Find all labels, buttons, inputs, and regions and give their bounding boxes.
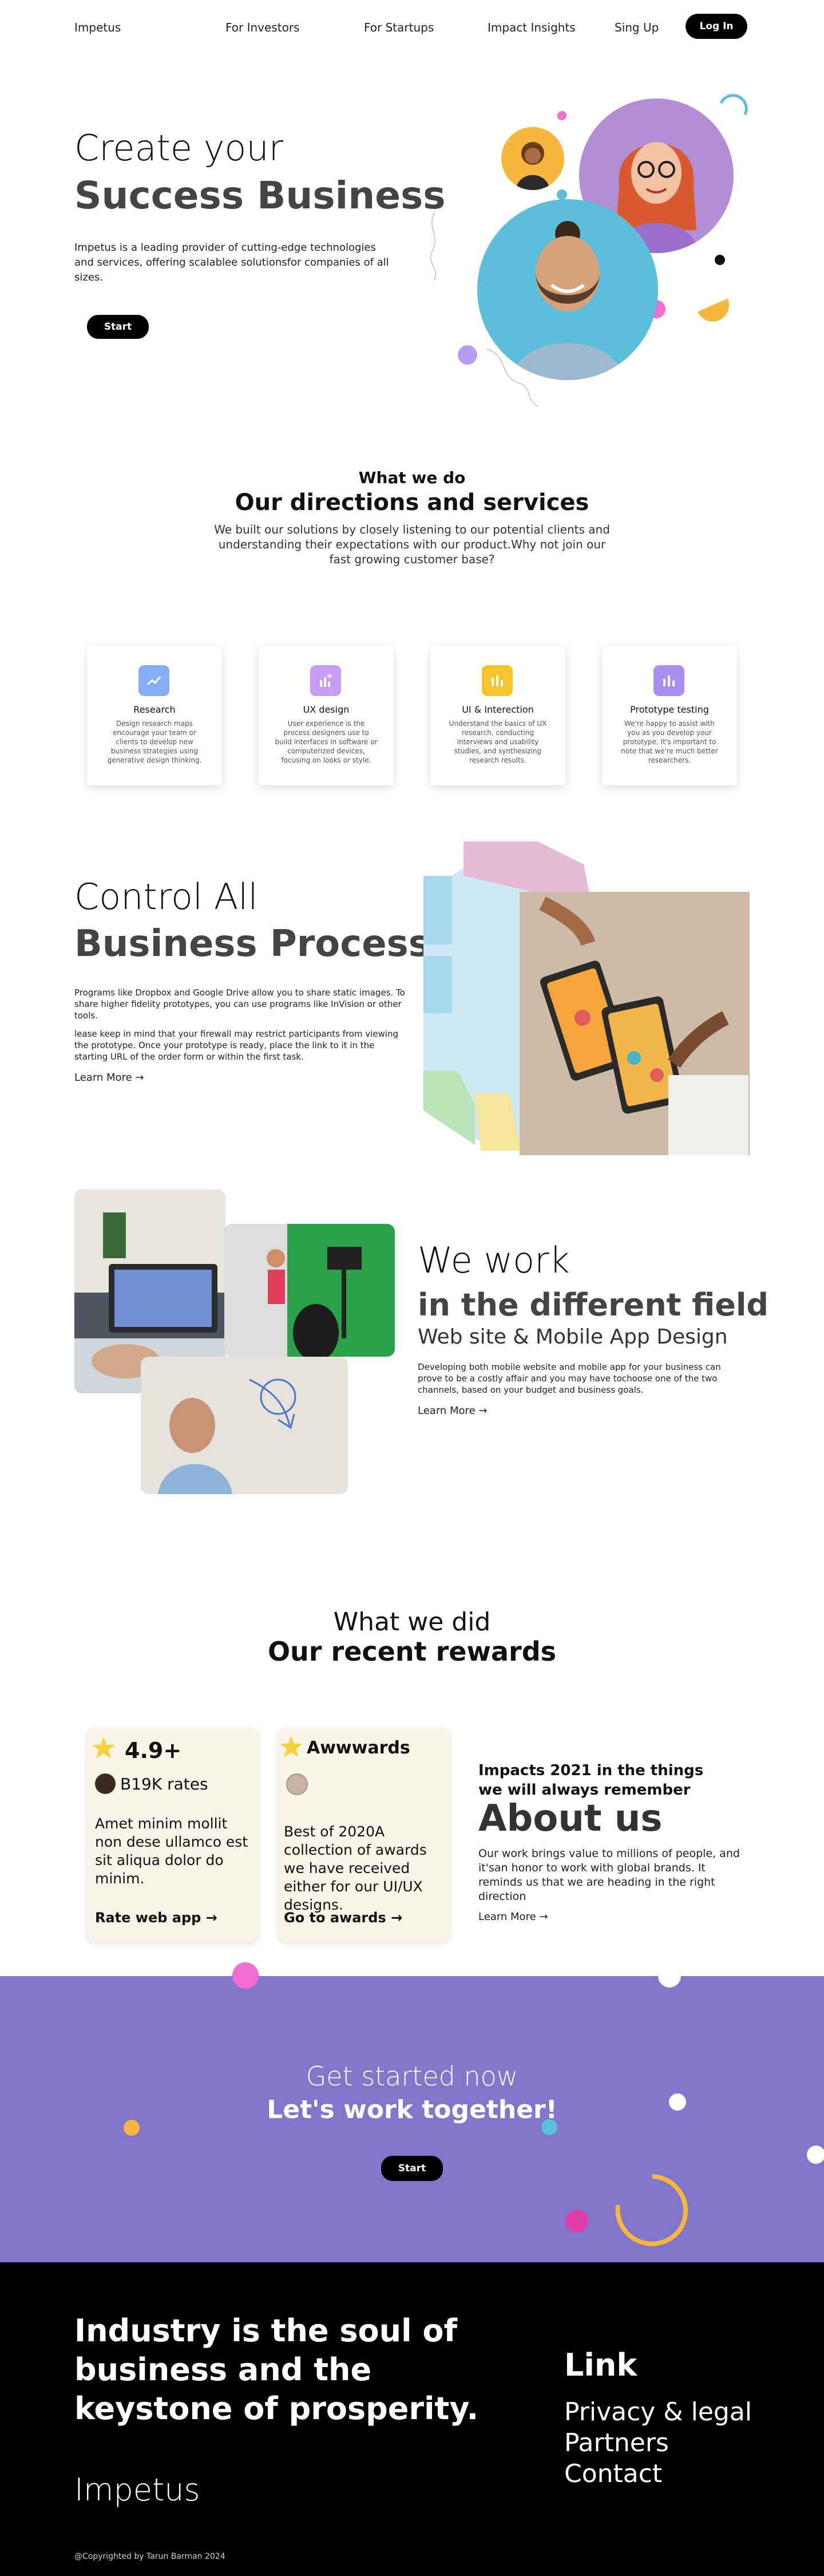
service-card-text: We're happy to assist with you as you de… <box>621 720 718 764</box>
footer-link-contact[interactable]: Contact <box>564 2459 662 2488</box>
service-card-ux-design[interactable]: UX design User experience is the process… <box>259 647 394 785</box>
work-photo-whiteboard <box>141 1357 348 1494</box>
hero-title-line1: Create your <box>74 127 284 169</box>
footer-copyright: @Copyrighted by Tarun Barman 2024 <box>74 2552 225 2561</box>
services-label: What we do <box>358 468 466 487</box>
footer-link-partners[interactable]: Partners <box>564 2428 669 2458</box>
service-card-text: Design research maps encourage your team… <box>107 720 202 764</box>
about-title: About us <box>478 1797 663 1840</box>
rating-value: 4.9+ <box>125 1738 182 1763</box>
about-description: Our work brings value to millions of peo… <box>478 1847 740 1903</box>
service-card-text: User experience is the process designers… <box>275 720 378 764</box>
rewards-label: What we did <box>333 1607 491 1637</box>
logo[interactable]: Impetus <box>74 21 121 34</box>
hero-title-line2: Success Business <box>74 173 446 218</box>
services-description: We built our solutions by closely listen… <box>214 523 610 566</box>
bar-chart-icon <box>653 665 684 696</box>
service-card-prototype-testing[interactable]: Prototype testing We're happy to assist … <box>602 647 737 785</box>
services-title: Our directions and services <box>235 489 589 516</box>
work-description: Developing both mobile website and mobil… <box>418 1362 721 1395</box>
hero-start-button[interactable]: Start <box>87 315 149 339</box>
reward-card-text: Best of 2020A collection of awards we ha… <box>284 1823 427 1913</box>
service-card-research[interactable]: Research Design research maps encourage … <box>87 647 222 785</box>
control-learn-more-link[interactable]: Learn More → <box>74 1072 144 1084</box>
cta-title-line2: Let's work together! <box>267 2095 557 2124</box>
service-card-title: Research <box>133 704 176 715</box>
work-learn-more-link[interactable]: Learn More → <box>418 1405 487 1417</box>
about-learn-more-link[interactable]: Learn More → <box>478 1911 548 1923</box>
star-icon <box>92 1737 115 1759</box>
control-paragraph-2: lease keep in mind that your firewall ma… <box>74 1029 399 1062</box>
reward-card-rating[interactable]: 4.9+ B19K rates Amet minim mollit non de… <box>87 1728 259 1942</box>
reward-card-awwwards[interactable]: Awwwards Best of 2020A collection of awa… <box>278 1728 450 1942</box>
go-to-awards-link[interactable]: Go to awards → <box>284 1910 402 1926</box>
bar-chart-icon <box>482 665 513 696</box>
nav-link-investors[interactable]: For Investors <box>225 21 299 34</box>
chart-trend-icon <box>138 665 169 696</box>
control-paragraph-1: Programs like Dropbox and Google Drive a… <box>74 987 405 1021</box>
footer-tagline: Industry is the soul of business and the… <box>74 2313 479 2427</box>
work-title-line2: in the different field <box>418 1287 769 1323</box>
rewards-title: Our recent rewards <box>267 1636 557 1667</box>
hero-description: Impetus is a leading provider of cutting… <box>74 242 389 283</box>
reward-card-text: Amet minim mollit non dese ullamco est s… <box>95 1815 248 1887</box>
add-chart-icon <box>310 665 341 696</box>
control-title-line2: Business Process <box>74 923 430 965</box>
cta-start-button[interactable]: Start <box>381 2156 443 2181</box>
star-icon <box>280 1736 303 1757</box>
login-button[interactable]: Log In <box>686 14 747 39</box>
control-photo <box>520 892 750 1155</box>
control-title-line1: Control All <box>74 876 258 918</box>
work-title-line1: We work <box>418 1239 570 1281</box>
nav-link-impact-insights[interactable]: Impact Insights <box>488 21 576 34</box>
work-photo-video <box>224 1224 395 1357</box>
avatar <box>95 1773 116 1794</box>
footer-links-title: Link <box>564 2347 637 2383</box>
service-card-title: Prototype testing <box>630 704 709 715</box>
service-card-title: UX design <box>303 704 350 715</box>
rating-count: B19K rates <box>120 1775 208 1793</box>
work-subtitle: Web site & Mobile App Design <box>418 1325 728 1349</box>
about-kicker: Impacts 2021 in the things we will alway… <box>478 1762 704 1799</box>
footer-link-privacy[interactable]: Privacy & legal <box>564 2397 752 2427</box>
service-card-title: UI & Interection <box>462 704 534 715</box>
avatar-man <box>477 199 658 380</box>
rate-web-app-link[interactable]: Rate web app → <box>95 1910 217 1926</box>
cta-title-line1: Get started now <box>306 2061 518 2092</box>
nav-link-startups[interactable]: For Startups <box>364 21 434 34</box>
nav-link-signup[interactable]: Sing Up <box>615 21 659 34</box>
avatar <box>286 1773 308 1795</box>
service-card-ui-interaction[interactable]: UI & Interection Understand the basics o… <box>430 647 565 785</box>
avatar-small <box>501 127 564 190</box>
service-card-text: Understand the basics of UX research, co… <box>449 720 547 764</box>
footer-logo[interactable]: Impetus <box>74 2472 200 2508</box>
cta-dot <box>232 1962 259 1989</box>
awwwards-title: Awwwards <box>307 1738 410 1758</box>
